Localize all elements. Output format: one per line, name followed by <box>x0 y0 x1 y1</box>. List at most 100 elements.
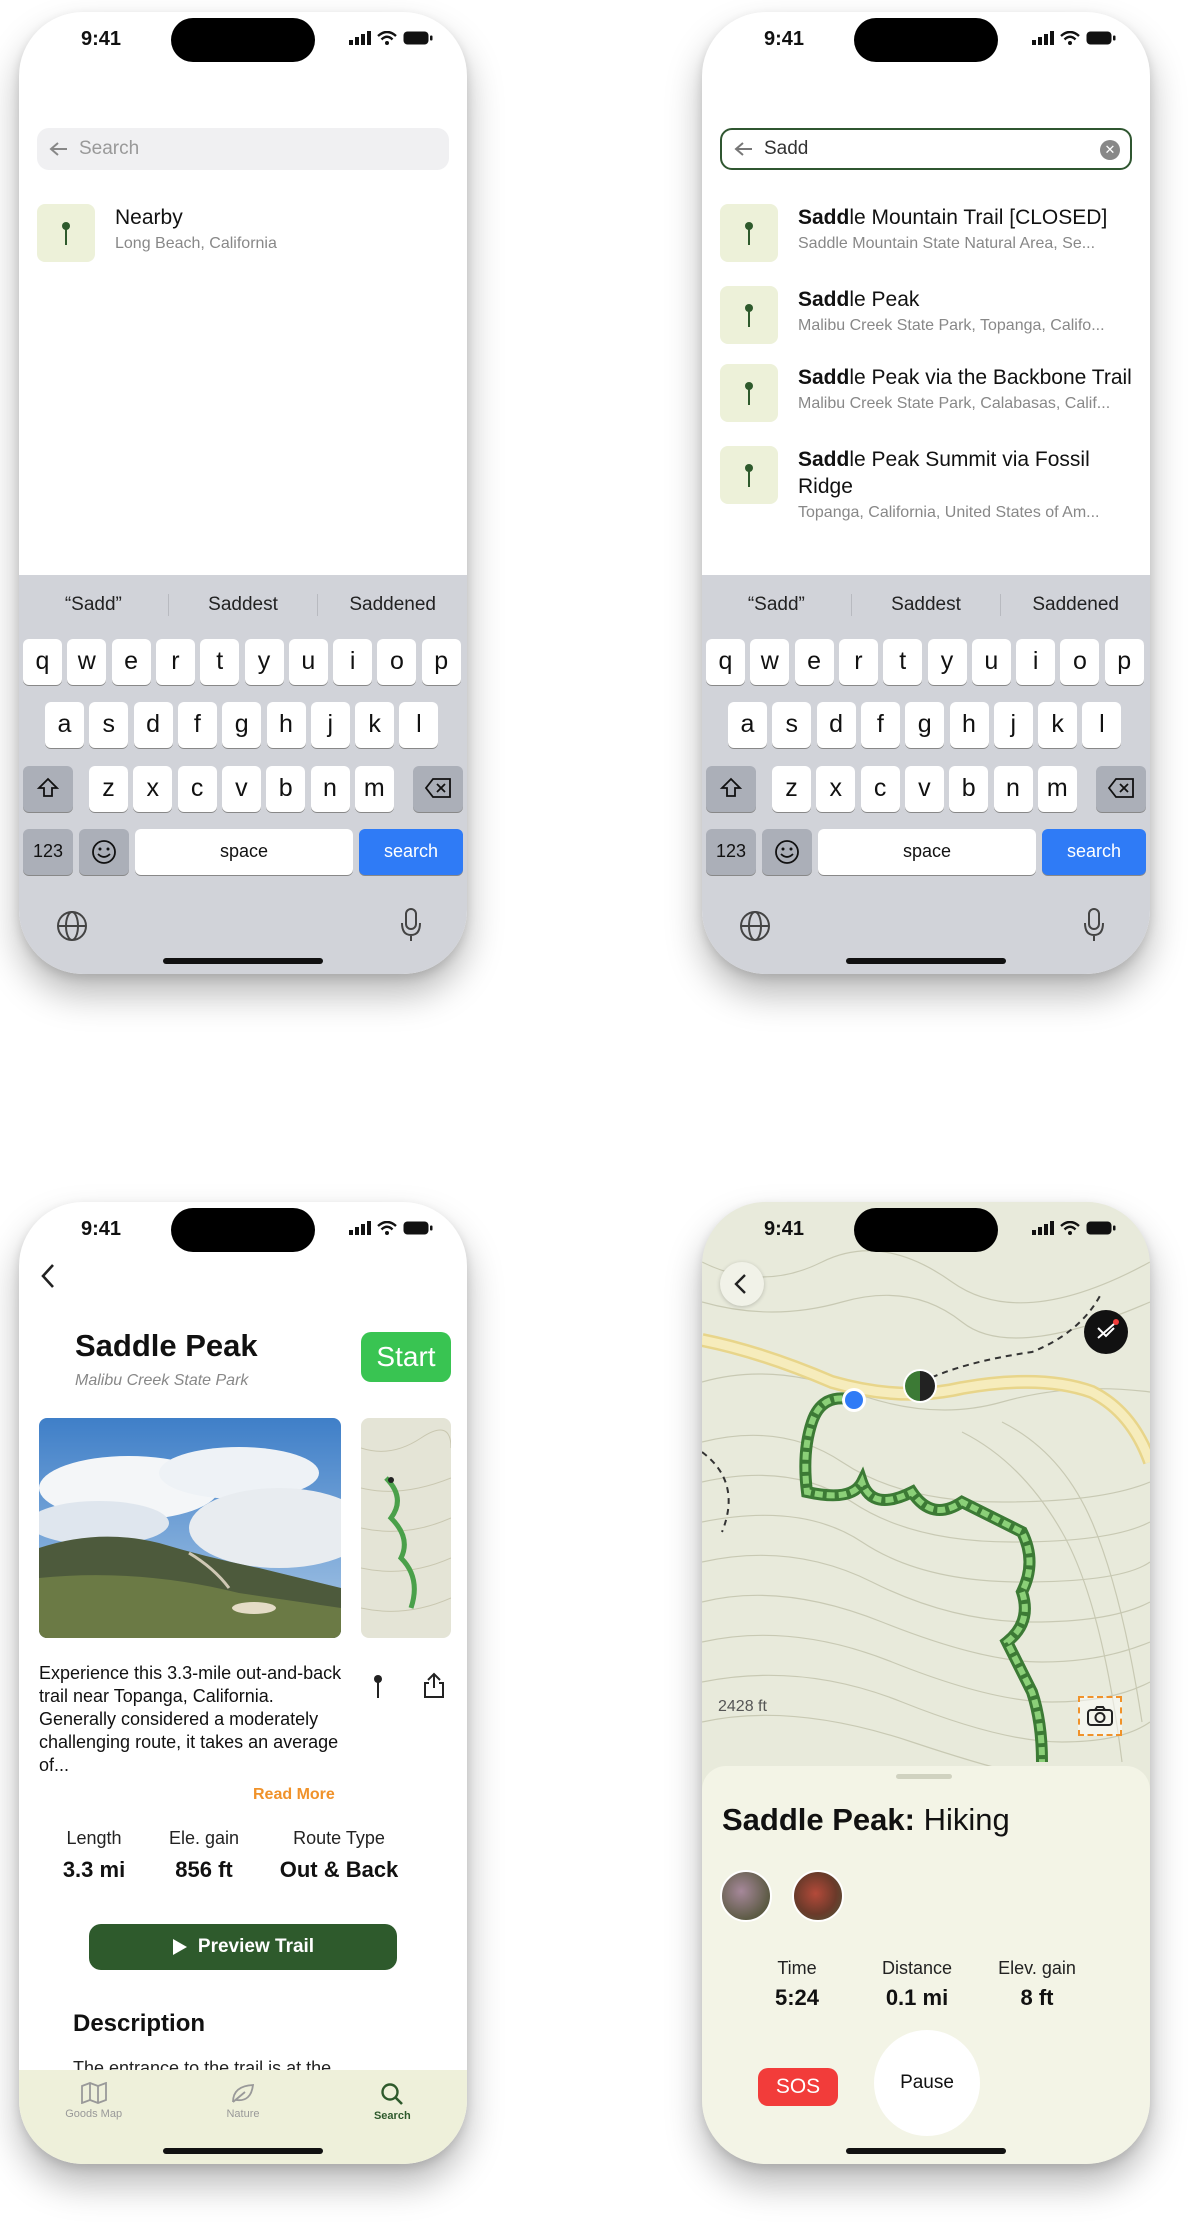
pause-button[interactable]: Pause <box>874 2030 980 2136</box>
key-p[interactable]: p <box>1104 639 1144 685</box>
key-l[interactable]: l <box>1082 702 1122 748</box>
key-z[interactable]: z <box>89 766 128 812</box>
key-u[interactable]: u <box>288 639 328 685</box>
pin-icon[interactable] <box>373 1674 383 1698</box>
numbers-key[interactable]: 123 <box>23 829 73 875</box>
key-a[interactable]: a <box>45 702 84 748</box>
suggestion[interactable]: Saddened <box>1001 594 1150 616</box>
search-result[interactable]: Saddle Peak Summit via Fossil Ridge Topan… <box>720 446 1140 522</box>
suggestion[interactable]: “Sadd” <box>19 594 169 616</box>
key-t[interactable]: t <box>200 639 240 685</box>
key-i[interactable]: i <box>1016 639 1056 685</box>
search-input[interactable] <box>764 138 1064 160</box>
suggestion[interactable]: Saddest <box>852 594 1002 616</box>
key-t[interactable]: t <box>883 639 923 685</box>
share-icon[interactable] <box>423 1672 445 1698</box>
key-r[interactable]: r <box>838 639 878 685</box>
search-result[interactable]: Saddle Peak Malibu Creek State Park, Topa… <box>720 286 1140 344</box>
backspace-key[interactable] <box>1096 766 1146 812</box>
numbers-key[interactable]: 123 <box>706 829 756 875</box>
backspace-key[interactable] <box>413 766 463 812</box>
key-x[interactable]: x <box>133 766 173 812</box>
key-q[interactable]: q <box>23 639 62 685</box>
key-e[interactable]: e <box>111 639 151 685</box>
key-c[interactable]: c <box>177 766 217 812</box>
back-arrow-icon[interactable] <box>49 141 69 157</box>
space-key[interactable]: space <box>135 829 353 875</box>
key-m[interactable]: m <box>1037 766 1077 812</box>
key-v[interactable]: v <box>904 766 944 812</box>
key-f[interactable]: f <box>860 702 900 748</box>
key-z[interactable]: z <box>772 766 811 812</box>
back-arrow-icon[interactable] <box>734 141 754 157</box>
microphone-icon[interactable] <box>399 907 423 948</box>
key-j[interactable]: j <box>993 702 1033 748</box>
avatar[interactable] <box>792 1870 844 1922</box>
back-button[interactable] <box>720 1262 764 1306</box>
key-n[interactable]: n <box>993 766 1033 812</box>
key-f[interactable]: f <box>177 702 217 748</box>
read-more-link[interactable]: Read More <box>253 1786 335 1804</box>
drag-handle[interactable] <box>896 1774 952 1779</box>
search-bar[interactable]: ✕ <box>720 128 1132 170</box>
key-w[interactable]: w <box>67 639 107 685</box>
search-key[interactable]: search <box>359 829 463 875</box>
key-q[interactable]: q <box>706 639 745 685</box>
key-m[interactable]: m <box>354 766 394 812</box>
compass-button[interactable] <box>1084 1310 1128 1354</box>
key-d[interactable]: d <box>816 702 856 748</box>
key-o[interactable]: o <box>1060 639 1100 685</box>
key-x[interactable]: x <box>816 766 856 812</box>
key-s[interactable]: s <box>772 702 812 748</box>
search-key[interactable]: search <box>1042 829 1146 875</box>
key-d[interactable]: d <box>133 702 173 748</box>
key-i[interactable]: i <box>333 639 373 685</box>
key-e[interactable]: e <box>794 639 834 685</box>
suggestion[interactable]: Saddened <box>318 594 467 616</box>
search-result[interactable]: Saddle Peak via the Backbone Trail Malibu… <box>720 364 1140 422</box>
key-l[interactable]: l <box>399 702 439 748</box>
trail-map-thumbnail[interactable] <box>361 1418 451 1638</box>
key-c[interactable]: c <box>860 766 900 812</box>
search-result[interactable]: Saddle Mountain Trail [CLOSED] Saddle Mou… <box>720 204 1140 262</box>
globe-icon[interactable] <box>55 909 89 948</box>
emoji-key[interactable] <box>79 829 129 875</box>
key-p[interactable]: p <box>421 639 461 685</box>
sos-button[interactable]: SOS <box>758 2068 838 2106</box>
key-k[interactable]: k <box>355 702 395 748</box>
emoji-key[interactable] <box>762 829 812 875</box>
search-bar[interactable] <box>37 128 449 170</box>
key-g[interactable]: g <box>222 702 262 748</box>
microphone-icon[interactable] <box>1082 907 1106 948</box>
key-o[interactable]: o <box>377 639 417 685</box>
clear-icon[interactable]: ✕ <box>1100 140 1120 160</box>
suggestion[interactable]: “Sadd” <box>702 594 852 616</box>
key-a[interactable]: a <box>728 702 767 748</box>
key-h[interactable]: h <box>266 702 306 748</box>
tab-search[interactable]: Search <box>318 2070 467 2164</box>
key-j[interactable]: j <box>310 702 350 748</box>
key-g[interactable]: g <box>905 702 945 748</box>
avatar[interactable] <box>720 1870 772 1922</box>
key-w[interactable]: w <box>750 639 790 685</box>
key-b[interactable]: b <box>949 766 989 812</box>
key-r[interactable]: r <box>155 639 195 685</box>
key-k[interactable]: k <box>1038 702 1078 748</box>
search-input[interactable] <box>79 138 379 160</box>
start-button[interactable]: Start <box>361 1332 451 1382</box>
shift-key[interactable] <box>23 766 73 812</box>
result-nearby[interactable]: Nearby Long Beach, California <box>37 204 457 262</box>
back-chevron-icon[interactable] <box>39 1262 59 1290</box>
key-y[interactable]: y <box>927 639 967 685</box>
key-u[interactable]: u <box>971 639 1011 685</box>
key-v[interactable]: v <box>221 766 261 812</box>
key-b[interactable]: b <box>266 766 306 812</box>
globe-icon[interactable] <box>738 909 772 948</box>
tab-goods-map[interactable]: Goods Map <box>19 2070 168 2164</box>
key-s[interactable]: s <box>89 702 129 748</box>
preview-trail-button[interactable]: Preview Trail <box>89 1924 397 1970</box>
key-h[interactable]: h <box>949 702 989 748</box>
key-n[interactable]: n <box>310 766 350 812</box>
camera-button[interactable] <box>1078 1696 1122 1736</box>
key-y[interactable]: y <box>244 639 284 685</box>
